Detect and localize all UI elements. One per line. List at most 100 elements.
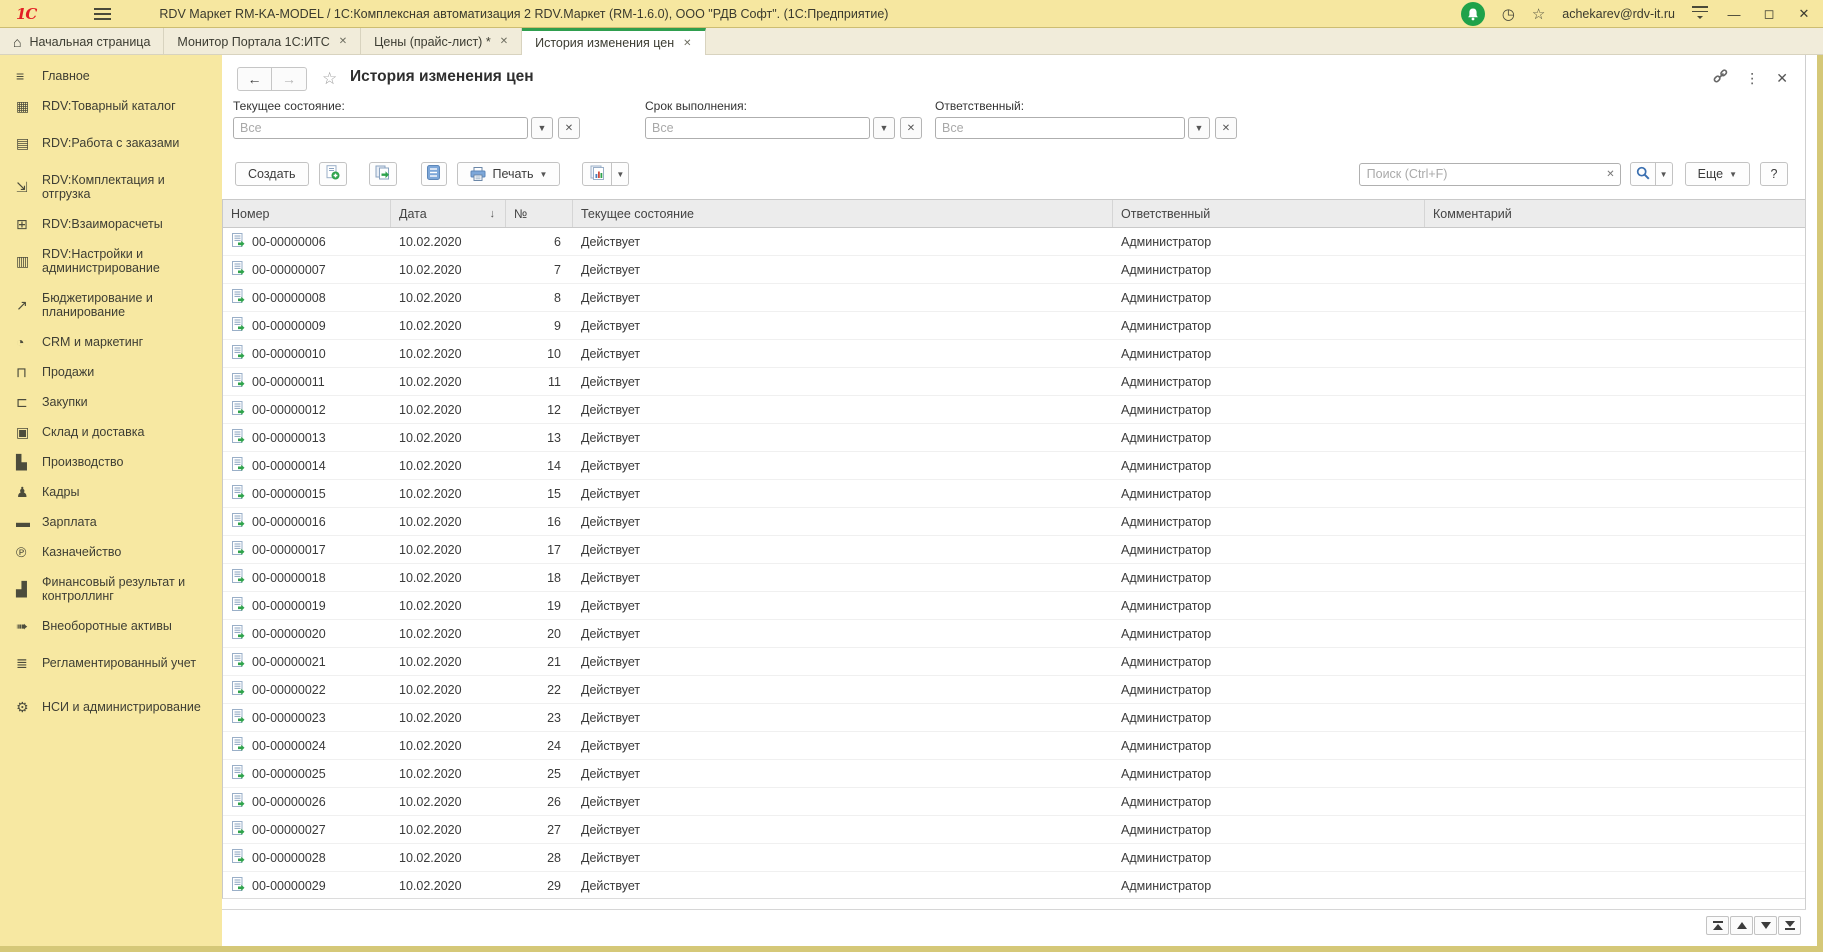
tab-монитор-портала-1с-итс[interactable]: Монитор Портала 1С:ИТС✕: [164, 28, 361, 55]
sidebar-item-financial-result[interactable]: ▟Финансовый результат и контроллинг: [0, 567, 222, 611]
search-input[interactable]: [1359, 163, 1621, 186]
table-row[interactable]: 00-0000002510.02.202025ДействуетАдминист…: [223, 760, 1805, 788]
scroll-up-button[interactable]: [1730, 916, 1753, 935]
service-menu-icon[interactable]: [1692, 6, 1708, 22]
user-email[interactable]: achekarev@rdv-it.ru: [1562, 7, 1675, 21]
table-row[interactable]: 00-0000001310.02.202013ДействуетАдминист…: [223, 424, 1805, 452]
minimize-icon[interactable]: —: [1725, 7, 1743, 22]
search-dropdown-button[interactable]: ▼: [1656, 162, 1673, 186]
close-icon[interactable]: ✕: [1795, 6, 1813, 22]
command-bar: Создать: [222, 162, 1805, 188]
table-row[interactable]: 00-0000002310.02.202023ДействуетАдминист…: [223, 704, 1805, 732]
sidebar-item-sales[interactable]: ⊓Продажи: [0, 357, 222, 387]
maximize-icon[interactable]: ◻: [1760, 6, 1778, 22]
table-row[interactable]: 00-0000002410.02.202024ДействуетАдминист…: [223, 732, 1805, 760]
search-clear-icon[interactable]: ✕: [1606, 169, 1614, 180]
sidebar-item-production[interactable]: ▙Производство: [0, 447, 222, 477]
more-menu-icon[interactable]: ⋮: [1745, 71, 1759, 85]
sidebar-item-regulated-accounting[interactable]: ≣Регламентированный учет: [0, 641, 222, 685]
create-button[interactable]: Создать: [235, 162, 309, 186]
close-form-icon[interactable]: ✕: [1776, 71, 1788, 85]
column-header-4[interactable]: Ответственный: [1113, 200, 1425, 227]
more-button[interactable]: Еще ▼: [1685, 162, 1750, 186]
column-header-1[interactable]: Дата↓: [391, 200, 506, 227]
column-header-5[interactable]: Комментарий: [1425, 200, 1805, 227]
tab-история-изменения-цен[interactable]: История изменения цен✕: [522, 28, 705, 55]
help-button[interactable]: ?: [1760, 162, 1788, 186]
table-row[interactable]: 00-0000001110.02.202011ДействуетАдминист…: [223, 368, 1805, 396]
table-row[interactable]: 00-0000001810.02.202018ДействуетАдминист…: [223, 564, 1805, 592]
tab-начальная-страница[interactable]: ⌂Начальная страница: [0, 28, 164, 55]
print-label: Печать: [493, 167, 534, 181]
column-header-2[interactable]: №: [506, 200, 573, 227]
sidebar-item-budgeting[interactable]: ↗Бюджетирование и планирование: [0, 283, 222, 327]
favorite-star-icon[interactable]: ☆: [322, 69, 337, 89]
notifications-bell-icon[interactable]: [1461, 2, 1485, 26]
sidebar-item-orders[interactable]: ▤RDV:Работа с заказами: [0, 121, 222, 165]
forward-button[interactable]: →: [272, 67, 307, 91]
dropdown-button[interactable]: ▼: [531, 117, 553, 139]
tab-close-icon[interactable]: ✕: [500, 36, 508, 47]
report-button[interactable]: [582, 162, 612, 186]
table-row[interactable]: 00-0000001610.02.202016ДействуетАдминист…: [223, 508, 1805, 536]
column-header-0[interactable]: Номер: [223, 200, 391, 227]
sidebar-item-hr[interactable]: ♟Кадры: [0, 477, 222, 507]
print-button[interactable]: Печать ▼: [457, 162, 561, 186]
filter-current-state-input[interactable]: [233, 117, 528, 139]
sidebar-item-payroll[interactable]: ▬Зарплата: [0, 507, 222, 537]
tab-цены-прайс-лист-[interactable]: Цены (прайс-лист) *✕: [361, 28, 522, 55]
favorites-star-icon[interactable]: ☆: [1532, 7, 1545, 22]
table-row[interactable]: 00-0000002610.02.202026ДействуетАдминист…: [223, 788, 1805, 816]
sidebar-item-main-menu[interactable]: ≡Главное: [0, 61, 222, 91]
table-row[interactable]: 00-0000001210.02.202012ДействуетАдминист…: [223, 396, 1805, 424]
sidebar-item-treasury[interactable]: ℗Казначейство: [0, 537, 222, 567]
table-row[interactable]: 00-0000000610.02.20206ДействуетАдминистр…: [223, 228, 1805, 256]
main-menu-icon[interactable]: [94, 8, 111, 20]
filter-due-date-input[interactable]: [645, 117, 870, 139]
dropdown-button[interactable]: ▼: [873, 117, 895, 139]
tab-close-icon[interactable]: ✕: [339, 36, 347, 47]
tab-close-icon[interactable]: ✕: [683, 38, 691, 49]
sidebar-item-picking-shipping[interactable]: ⇲RDV:Комплектация и отгрузка: [0, 165, 222, 209]
back-button[interactable]: ←: [237, 67, 272, 91]
report-dropdown-button[interactable]: ▼: [612, 162, 629, 186]
sidebar-item-warehouse-delivery[interactable]: ▣Склад и доставка: [0, 417, 222, 447]
history-clock-icon[interactable]: ◷: [1502, 7, 1515, 22]
column-header-3[interactable]: Текущее состояние: [573, 200, 1113, 227]
search-button[interactable]: [1630, 162, 1656, 186]
table-row[interactable]: 00-0000002210.02.202022ДействуетАдминист…: [223, 676, 1805, 704]
sidebar-item-rdv-settings[interactable]: ▥RDV:Настройки и администрирование: [0, 239, 222, 283]
create-by-copy-button[interactable]: [319, 162, 347, 186]
table-row[interactable]: 00-0000001510.02.202015ДействуетАдминист…: [223, 480, 1805, 508]
chevron-down-icon: ▼: [1660, 170, 1668, 179]
sidebar-item-master-data-admin[interactable]: ⚙НСИ и администрирование: [0, 685, 222, 729]
table-row[interactable]: 00-0000000810.02.20208ДействуетАдминистр…: [223, 284, 1805, 312]
sidebar-item-purchases[interactable]: ⊏Закупки: [0, 387, 222, 417]
sidebar-item-crm-marketing[interactable]: ◔CRM и маркетинг: [0, 327, 222, 357]
table-row[interactable]: 00-0000001910.02.202019ДействуетАдминист…: [223, 592, 1805, 620]
table-row[interactable]: 00-0000002810.02.202028ДействуетАдминист…: [223, 844, 1805, 872]
clear-button[interactable]: ✕: [558, 117, 580, 139]
table-row[interactable]: 00-0000002110.02.202021ДействуетАдминист…: [223, 648, 1805, 676]
sidebar-item-product-catalog[interactable]: ▦RDV:Товарный каталог: [0, 91, 222, 121]
get-link-icon[interactable]: [1713, 69, 1728, 86]
table-row[interactable]: 00-0000002910.02.202029ДействуетАдминист…: [223, 872, 1805, 899]
filter-responsible-input[interactable]: [935, 117, 1185, 139]
scroll-to-bottom-button[interactable]: [1778, 916, 1801, 935]
clear-button[interactable]: ✕: [900, 117, 922, 139]
scroll-down-button[interactable]: [1754, 916, 1777, 935]
table-row[interactable]: 00-0000001010.02.202010ДействуетАдминист…: [223, 340, 1805, 368]
dropdown-button[interactable]: ▼: [1188, 117, 1210, 139]
scroll-to-top-button[interactable]: [1706, 916, 1729, 935]
table-row[interactable]: 00-0000000710.02.20207ДействуетАдминистр…: [223, 256, 1805, 284]
sidebar-item-fixed-assets[interactable]: ➠Внеоборотные активы: [0, 611, 222, 641]
table-row[interactable]: 00-0000000910.02.20209ДействуетАдминистр…: [223, 312, 1805, 340]
table-row[interactable]: 00-0000002710.02.202027ДействуетАдминист…: [223, 816, 1805, 844]
table-row[interactable]: 00-0000001410.02.202014ДействуетАдминист…: [223, 452, 1805, 480]
table-row[interactable]: 00-0000001710.02.202017ДействуетАдминист…: [223, 536, 1805, 564]
sidebar-item-settlements[interactable]: ⊞RDV:Взаиморасчеты: [0, 209, 222, 239]
register-button[interactable]: [421, 162, 447, 186]
table-row[interactable]: 00-0000002010.02.202020ДействуетАдминист…: [223, 620, 1805, 648]
copy-button[interactable]: [369, 162, 397, 186]
clear-button[interactable]: ✕: [1215, 117, 1237, 139]
